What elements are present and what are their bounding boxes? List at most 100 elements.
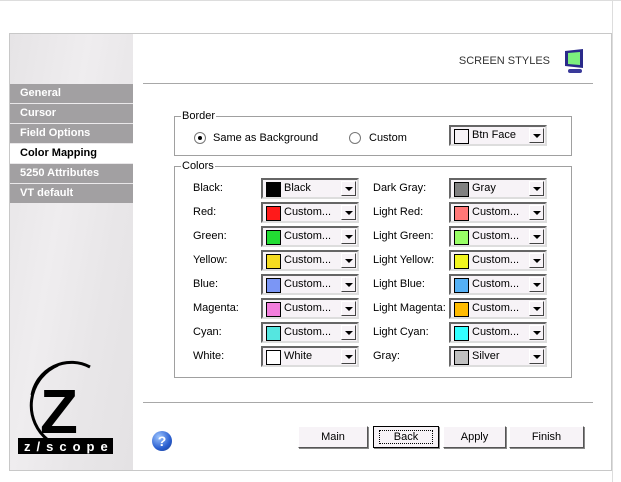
chevron-down-icon[interactable] xyxy=(341,205,356,220)
select-value: Custom... xyxy=(284,206,332,218)
blue-label: Blue: xyxy=(193,278,219,290)
cyan-color-select[interactable]: Custom... xyxy=(261,322,359,343)
chevron-down-icon[interactable] xyxy=(341,253,356,268)
blue-color-select[interactable]: Custom... xyxy=(261,274,359,295)
sidebar-item-cursor[interactable]: Cursor xyxy=(10,104,133,123)
custom-label[interactable]: Custom xyxy=(369,132,407,144)
main-label: Main xyxy=(321,431,345,443)
chevron-down-icon[interactable] xyxy=(341,301,356,316)
color-swatch xyxy=(266,254,281,269)
divider xyxy=(143,402,593,403)
color-swatch xyxy=(454,350,469,365)
chevron-down-icon[interactable] xyxy=(529,301,544,316)
red-color-select[interactable]: Custom... xyxy=(261,202,359,223)
sidebar-item-color-mapping[interactable]: Color Mapping xyxy=(10,144,133,163)
dark-gray-color-select[interactable]: Gray xyxy=(449,178,547,199)
chevron-down-icon[interactable] xyxy=(341,181,356,196)
chevron-down-icon[interactable] xyxy=(529,128,544,143)
sidebar-item-vt-default[interactable]: VT default xyxy=(10,184,133,203)
chevron-down-icon[interactable] xyxy=(341,349,356,364)
light-green-color-select[interactable]: Custom... xyxy=(449,226,547,247)
chevron-down-icon[interactable] xyxy=(529,205,544,220)
select-value: Custom... xyxy=(284,254,332,266)
chevron-down-icon[interactable] xyxy=(341,325,356,340)
select-value: Custom... xyxy=(472,302,520,314)
zscope-logo: Z z/scope xyxy=(18,360,114,454)
select-value: Custom... xyxy=(284,230,332,242)
select-value: Custom... xyxy=(472,254,520,266)
green-color-select[interactable]: Custom... xyxy=(261,226,359,247)
select-value: Btn Face xyxy=(472,129,517,141)
chevron-down-icon[interactable] xyxy=(341,277,356,292)
light-magenta-color-select[interactable]: Custom... xyxy=(449,298,547,319)
white-label: White: xyxy=(193,350,225,362)
yellow-color-select[interactable]: Custom... xyxy=(261,250,359,271)
select-value: Custom... xyxy=(472,278,520,290)
svg-text:z/scope: z/scope xyxy=(24,439,114,454)
select-value: Custom... xyxy=(472,230,520,242)
light-cyan-label: Light Cyan: xyxy=(373,326,429,338)
color-swatch xyxy=(266,326,281,341)
chevron-down-icon[interactable] xyxy=(529,349,544,364)
color-swatch xyxy=(266,182,281,197)
magenta-label: Magenta: xyxy=(193,302,239,314)
color-swatch xyxy=(454,302,469,317)
dark-gray-label: Dark Gray: xyxy=(373,182,427,194)
select-value: Black xyxy=(284,182,311,194)
select-value: Silver xyxy=(472,350,500,362)
select-value: Custom... xyxy=(284,302,332,314)
light-red-color-select[interactable]: Custom... xyxy=(449,202,547,223)
back-label: Back xyxy=(378,430,434,444)
color-swatch xyxy=(454,230,469,245)
black-color-select[interactable]: Black xyxy=(261,178,359,199)
chevron-down-icon[interactable] xyxy=(529,325,544,340)
select-value: Custom... xyxy=(472,326,520,338)
finish-button[interactable]: Finish xyxy=(509,426,584,448)
light-yellow-label: Light Yellow: xyxy=(373,254,435,266)
main-button[interactable]: Main xyxy=(298,426,368,448)
chevron-down-icon[interactable] xyxy=(341,229,356,244)
light-cyan-color-select[interactable]: Custom... xyxy=(449,322,547,343)
custom-radio[interactable] xyxy=(349,132,361,144)
chevron-down-icon[interactable] xyxy=(529,229,544,244)
green-label: Green: xyxy=(193,230,227,242)
window-edge xyxy=(612,0,613,482)
border-color-select[interactable]: Btn Face xyxy=(449,125,547,146)
apply-button[interactable]: Apply xyxy=(443,426,506,448)
black-label: Black: xyxy=(193,182,223,194)
gray-color-select[interactable]: Silver xyxy=(449,346,547,367)
apply-label: Apply xyxy=(460,431,489,443)
light-blue-color-select[interactable]: Custom... xyxy=(449,274,547,295)
select-value: Custom... xyxy=(284,278,332,290)
select-value: Custom... xyxy=(472,206,520,218)
color-swatch xyxy=(266,350,281,365)
red-label: Red: xyxy=(193,206,217,218)
select-value: White xyxy=(284,350,313,362)
color-swatch xyxy=(454,326,469,341)
color-swatch xyxy=(454,129,469,144)
sidebar-item-field-options[interactable]: Field Options xyxy=(10,124,133,143)
color-swatch xyxy=(266,302,281,317)
color-swatch xyxy=(266,278,281,293)
same-as-background-radio[interactable] xyxy=(194,132,206,144)
light-yellow-color-select[interactable]: Custom... xyxy=(449,250,547,271)
light-magenta-label: Light Magenta: xyxy=(373,302,446,314)
chevron-down-icon[interactable] xyxy=(529,253,544,268)
same-as-background-label[interactable]: Same as Background xyxy=(213,132,318,144)
white-color-select[interactable]: White xyxy=(261,346,359,367)
magenta-color-select[interactable]: Custom... xyxy=(261,298,359,319)
color-swatch xyxy=(266,230,281,245)
back-button[interactable]: Back xyxy=(373,426,439,448)
chevron-down-icon[interactable] xyxy=(529,181,544,196)
cyan-label: Cyan: xyxy=(193,326,222,338)
color-swatch xyxy=(266,206,281,221)
border-legend: Border xyxy=(182,110,216,122)
window-edge xyxy=(0,0,621,1)
yellow-label: Yellow: xyxy=(193,254,228,266)
sidebar-item-5250-attributes[interactable]: 5250 Attributes xyxy=(10,164,133,183)
sidebar-item-general[interactable]: General xyxy=(10,84,133,103)
color-swatch xyxy=(454,182,469,197)
help-icon[interactable]: ? xyxy=(152,431,172,451)
chevron-down-icon[interactable] xyxy=(529,277,544,292)
light-red-label: Light Red: xyxy=(373,206,424,218)
